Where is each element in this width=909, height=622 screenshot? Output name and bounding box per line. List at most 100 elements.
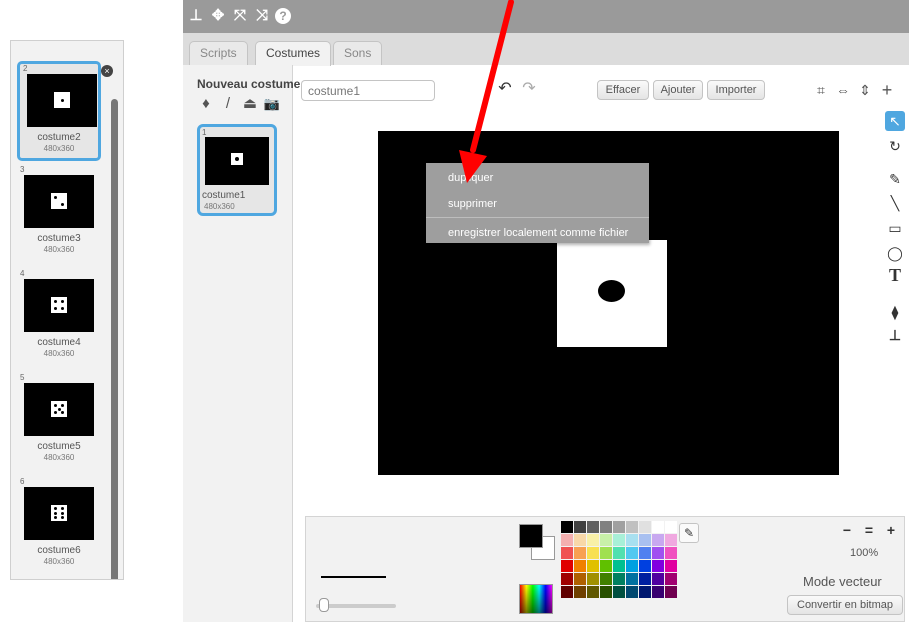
crop-icon[interactable]: ⌗	[811, 80, 831, 100]
color-swatch[interactable]	[652, 534, 664, 546]
die-dot-shape[interactable]	[598, 280, 625, 302]
upload-costume-icon[interactable]: ⏏	[241, 96, 259, 112]
shrink-icon[interactable]: ⤨	[253, 7, 271, 25]
costume-card-selected[interactable]: 1 costume1 480x360	[197, 124, 277, 216]
color-swatch[interactable]	[561, 547, 573, 559]
color-swatch[interactable]	[639, 521, 651, 533]
color-swatch[interactable]	[626, 534, 638, 546]
color-swatch[interactable]	[665, 560, 677, 572]
stamp-icon[interactable]: ⊥	[187, 7, 205, 25]
color-swatch[interactable]	[613, 521, 625, 533]
help-icon[interactable]: ?	[275, 8, 291, 24]
color-swatch[interactable]	[665, 534, 677, 546]
color-swatch[interactable]	[652, 547, 664, 559]
color-swatch[interactable]	[639, 547, 651, 559]
paint-new-costume-icon[interactable]: ♦	[197, 96, 215, 112]
color-swatch[interactable]	[639, 560, 651, 572]
color-swatch[interactable]	[613, 534, 625, 546]
color-swatch[interactable]	[626, 547, 638, 559]
color-swatch[interactable]	[652, 573, 664, 585]
color-swatch[interactable]	[613, 547, 625, 559]
grow-icon[interactable]: ⤧	[231, 7, 249, 25]
color-swatch[interactable]	[574, 547, 586, 559]
move-icon[interactable]: ✥	[209, 7, 227, 25]
color-swatch[interactable]	[587, 534, 599, 546]
costume-list-item[interactable]: 2 costume2 480x360	[17, 61, 101, 161]
zoom-out-icon[interactable]: −	[837, 520, 857, 540]
color-swatch[interactable]	[665, 573, 677, 585]
color-swatch[interactable]	[561, 573, 573, 585]
flip-horizontal-icon[interactable]: ⇔	[833, 80, 853, 100]
line-tool-icon[interactable]: ╲	[885, 193, 905, 213]
tab-sounds[interactable]: Sons	[333, 41, 383, 65]
clear-button[interactable]: Effacer	[597, 80, 649, 100]
costume-name-input[interactable]	[301, 80, 435, 101]
color-swatch[interactable]	[600, 534, 612, 546]
color-swatch[interactable]	[600, 573, 612, 585]
import-button[interactable]: Importer	[707, 80, 765, 100]
color-swatch[interactable]	[600, 521, 612, 533]
color-swatch[interactable]	[626, 521, 638, 533]
color-swatch[interactable]	[561, 534, 573, 546]
delete-costume-icon[interactable]: ×	[101, 65, 113, 77]
color-swatch[interactable]	[561, 560, 573, 572]
add-button[interactable]: Ajouter	[653, 80, 703, 100]
color-swatch[interactable]	[587, 547, 599, 559]
color-picker-gradient[interactable]	[519, 584, 553, 614]
color-swatch[interactable]	[665, 521, 677, 533]
color-swatch[interactable]	[613, 586, 625, 598]
flip-vertical-icon[interactable]: ⇕	[855, 80, 875, 100]
color-swatch[interactable]	[600, 547, 612, 559]
color-swatch[interactable]	[665, 547, 677, 559]
color-swatch[interactable]	[613, 560, 625, 572]
pencil-tool-icon[interactable]: ✎	[885, 169, 905, 189]
color-swatch[interactable]	[626, 573, 638, 585]
costume-list-item[interactable]: 6 costume6 480x360	[17, 477, 101, 577]
color-swatch[interactable]	[587, 521, 599, 533]
convert-to-bitmap-button[interactable]: Convertir en bitmap	[787, 595, 903, 615]
color-swatch[interactable]	[587, 560, 599, 572]
color-swatch[interactable]	[639, 573, 651, 585]
color-swatch[interactable]	[613, 573, 625, 585]
color-swatch[interactable]	[652, 586, 664, 598]
stamp-tool-icon[interactable]: ⊥	[885, 325, 905, 345]
ellipse-tool-icon[interactable]: ◯	[885, 243, 905, 263]
color-swatch[interactable]	[652, 521, 664, 533]
eyedropper-icon[interactable]: ✎	[679, 523, 699, 543]
rectangle-tool-icon[interactable]: ▭	[885, 218, 905, 238]
color-swatch[interactable]	[587, 586, 599, 598]
color-swatch[interactable]	[561, 521, 573, 533]
die-face-shape[interactable]	[557, 240, 667, 347]
zoom-in-icon[interactable]: +	[881, 520, 901, 540]
color-swatch[interactable]	[626, 586, 638, 598]
color-swatch[interactable]	[639, 534, 651, 546]
costume-list-item[interactable]: 3 costume3 480x360	[17, 165, 101, 265]
costume-list-item[interactable]: 4 costume4 480x360	[17, 269, 101, 369]
color-swatch[interactable]	[600, 560, 612, 572]
reshape-tool-icon[interactable]: ↻	[885, 136, 905, 156]
tab-costumes[interactable]: Costumes	[255, 41, 332, 66]
color-swatch[interactable]	[626, 560, 638, 572]
costume-list-scrollbar[interactable]	[111, 99, 118, 579]
color-swatch[interactable]	[652, 560, 664, 572]
tab-scripts[interactable]: Scripts	[189, 41, 248, 65]
set-center-icon[interactable]: +	[877, 80, 897, 100]
primary-color-swatch[interactable]	[519, 524, 543, 548]
fill-tool-icon[interactable]: ⧫	[885, 302, 905, 322]
color-swatch[interactable]	[600, 586, 612, 598]
text-tool-icon[interactable]: T	[885, 265, 905, 285]
camera-icon[interactable]: 📷	[263, 96, 281, 112]
color-swatch[interactable]	[574, 560, 586, 572]
menu-item-export[interactable]: enregistrer localement comme fichier	[448, 227, 628, 239]
color-swatch[interactable]	[574, 534, 586, 546]
select-tool-icon[interactable]: ↖	[885, 111, 905, 131]
line-width-slider-knob[interactable]	[319, 598, 329, 612]
color-swatch[interactable]	[665, 586, 677, 598]
color-swatch[interactable]	[574, 521, 586, 533]
costume-list-item[interactable]: 5 costume5 480x360	[17, 373, 101, 473]
menu-item-delete[interactable]: supprimer	[448, 198, 497, 210]
color-swatch[interactable]	[587, 573, 599, 585]
color-swatch[interactable]	[574, 573, 586, 585]
color-swatch[interactable]	[574, 586, 586, 598]
color-swatch[interactable]	[639, 586, 651, 598]
